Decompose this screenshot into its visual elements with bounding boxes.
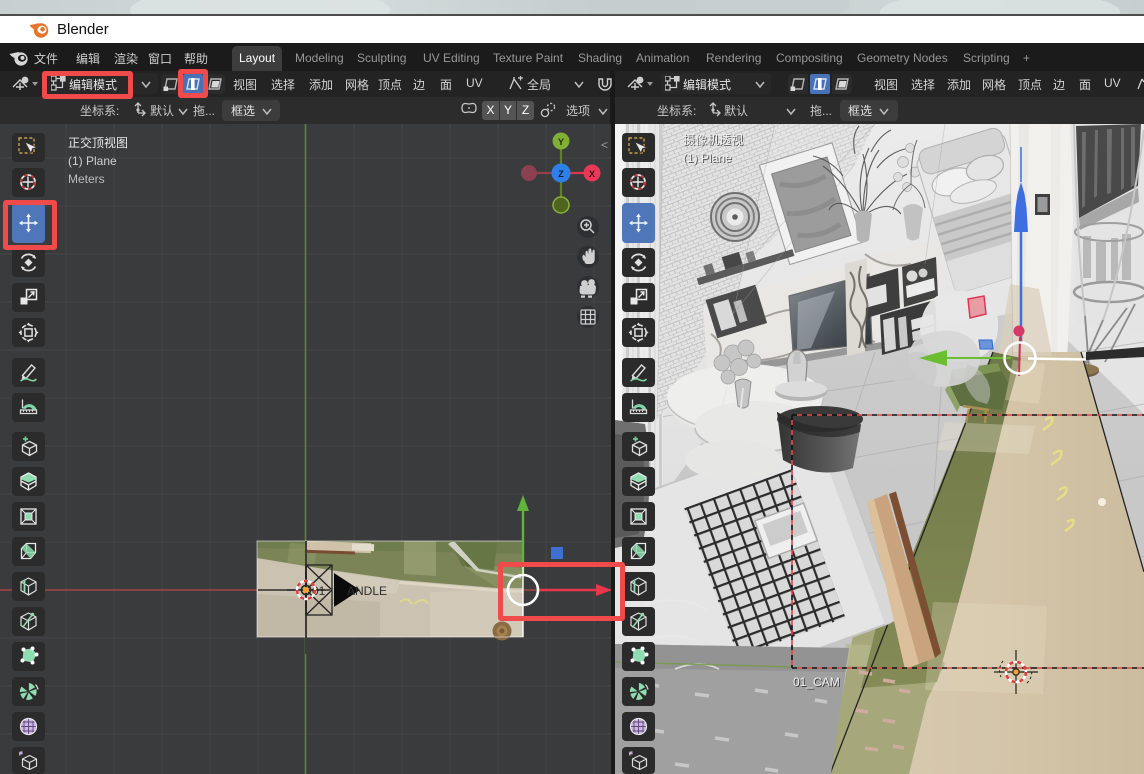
svg-text:(1) Plane: (1) Plane [68,154,117,168]
svg-text:01_CAM: 01_CAM [793,675,840,689]
svg-text:X: X [589,169,595,179]
svg-text:摄像机透视: 摄像机透视 [683,132,743,147]
svg-text:Y: Y [558,137,564,147]
svg-text:ANDLE: ANDLE [347,584,387,598]
svg-text:正交顶视图: 正交顶视图 [68,135,128,150]
svg-text:(1) Plane: (1) Plane [683,151,732,165]
svg-text:Z: Z [558,169,564,179]
svg-text:<: < [601,138,608,152]
svg-text:Meters: Meters [68,172,105,186]
